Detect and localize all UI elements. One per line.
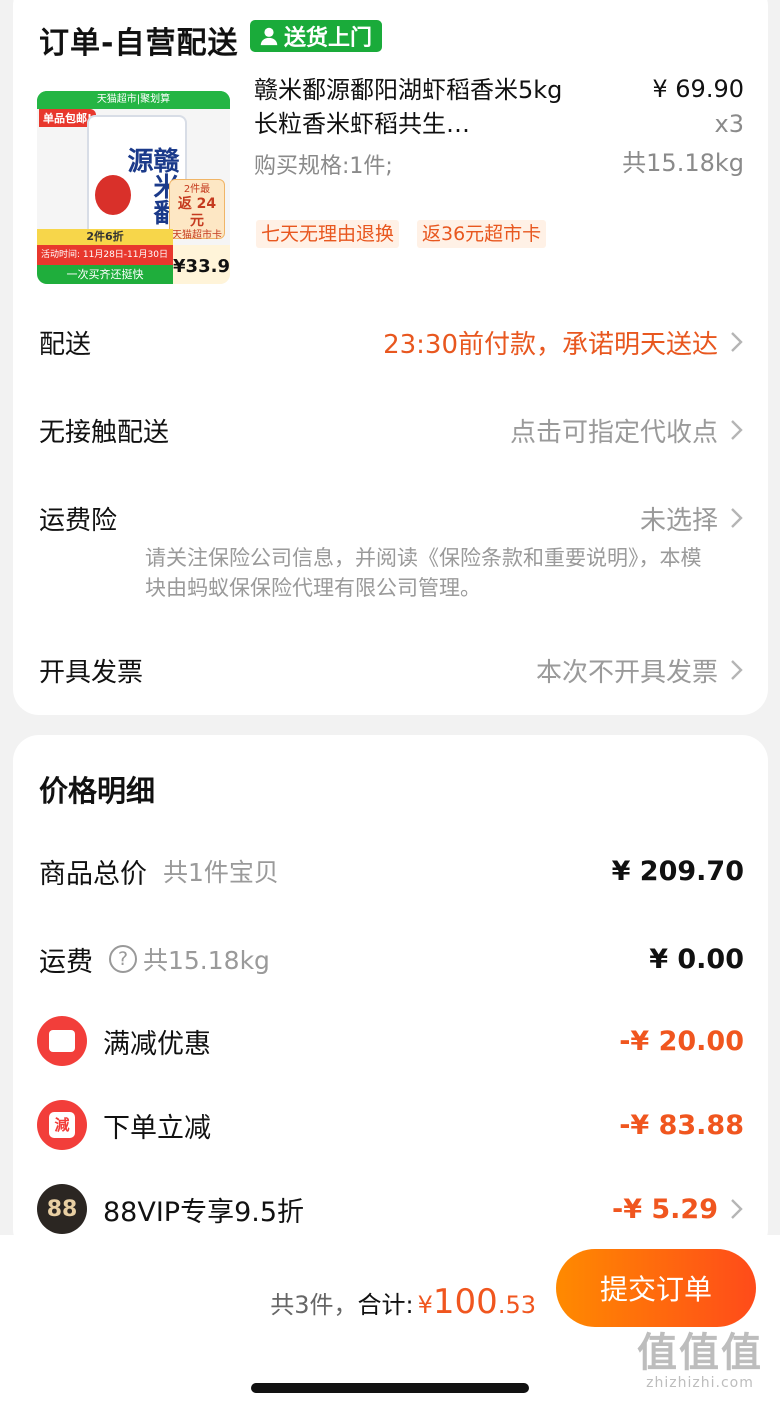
help-icon[interactable]: ?	[109, 945, 137, 973]
delivery-badge: 送货上门	[250, 20, 383, 52]
product-spec: 购买规格:1件;	[254, 154, 393, 179]
vip-row[interactable]: 88 88VIP专享9.5折 -¥ 5.29	[37, 1184, 744, 1234]
full-reduction-amount: -¥ 20.00	[619, 1025, 744, 1057]
chevron-right-icon	[731, 1199, 743, 1219]
image-est-price: ¥33.9	[173, 245, 230, 284]
image-activity: 活动时间: 11月28日-11月30日	[37, 245, 173, 265]
invoice-value: 本次不开具发票	[535, 657, 718, 688]
insurance-row[interactable]: 运费险 未选择	[39, 498, 744, 538]
shipping-sub: ? 共15.18kg	[109, 941, 270, 977]
chevron-right-icon	[731, 420, 743, 440]
coupon-amount: 返 24 元	[177, 196, 217, 229]
delivery-value: 23:30前付款，承诺明天送达	[383, 329, 718, 360]
contactless-label: 无接触配送	[39, 417, 170, 448]
full-reduction-row: 满减优惠 -¥ 20.00	[37, 1016, 744, 1066]
person-icon	[260, 27, 278, 46]
product-weight: 共15.18kg	[622, 149, 744, 177]
delivery-badge-label: 送货上门	[284, 26, 373, 51]
invoice-label: 开具发票	[39, 657, 144, 688]
order-card: 订单-自营配送 送货上门 天猫超市|聚划算 单品包邮! 赣米鄱源 2件最 返 2…	[13, 0, 768, 715]
image-discount: 2件6折	[37, 229, 173, 245]
delivery-row[interactable]: 配送 23:30前付款，承诺明天送达	[39, 322, 744, 362]
product-qty: x3	[714, 110, 744, 138]
product-title[interactable]: 赣米鄱源鄱阳湖虾稻香米5kg长粒香米虾稻共生…	[254, 73, 584, 141]
checkout-bar: 共3件， 合计: ¥ 100 .53 提交订单 值值值 zhizhizhi.co…	[0, 1235, 780, 1410]
order-reduction-label: 下单立减	[103, 1112, 211, 1144]
coupon-ticket-icon	[37, 1016, 87, 1066]
coupon-top: 2件最	[183, 184, 211, 195]
total-int: 100	[432, 1282, 498, 1322]
order-title: 订单-自营配送	[39, 26, 239, 61]
invoice-row[interactable]: 开具发票 本次不开具发票	[39, 650, 744, 690]
chevron-right-icon	[731, 508, 743, 528]
total-currency: ¥	[417, 1291, 433, 1319]
total-label: 合计:	[357, 1291, 414, 1319]
insurance-value: 未选择	[639, 505, 718, 536]
shipping-weight: 共15.18kg	[143, 946, 270, 975]
watermark: 值值值 zhizhizhi.com	[628, 1331, 772, 1391]
total-dec: .53	[497, 1291, 536, 1319]
submit-order-button[interactable]: 提交订单	[556, 1249, 756, 1327]
return-tag: 七天无理由退换	[256, 220, 400, 248]
chevron-right-icon	[731, 332, 743, 352]
price-title: 价格明细	[39, 774, 156, 808]
vip-label: 88VIP专享9.5折	[103, 1196, 305, 1228]
item-count: 共3件，	[270, 1291, 358, 1319]
vip-88-icon: 88	[37, 1184, 87, 1234]
shipping-label: 运费	[39, 946, 93, 978]
delivery-label: 配送	[39, 329, 92, 360]
order-total: 共3件， 合计: ¥ 100 .53	[270, 1282, 536, 1322]
watermark-logo: 值值值	[637, 1330, 763, 1376]
image-slogan: 一次买齐还挺快	[37, 265, 173, 284]
image-topbar: 天猫超市|聚划算	[37, 91, 230, 109]
reduce-badge-text: 減	[49, 1112, 75, 1138]
image-coupon: 2件最 返 24 元 天猫超市卡	[169, 179, 225, 241]
insurance-note[interactable]: 请关注保险公司信息，并阅读《保险条款和重要说明》，本模块由蚂蚁保保险代理有限公司…	[145, 543, 705, 603]
insurance-label: 运费险	[39, 505, 118, 536]
reduce-badge-icon: 減	[37, 1100, 87, 1150]
shipping-row: 运费 ? 共15.18kg ¥ 0.00	[39, 937, 744, 981]
full-reduction-label: 满减优惠	[103, 1028, 211, 1060]
coupon-sub: 天猫超市卡	[172, 229, 222, 241]
goods-total-row: 商品总价 共1件宝贝 ¥ 209.70	[39, 849, 744, 893]
contactless-value: 点击可指定代收点	[509, 417, 718, 448]
product-price: ¥ 69.90	[652, 75, 744, 103]
shipping-amount: ¥ 0.00	[649, 943, 744, 975]
chevron-right-icon	[731, 660, 743, 680]
price-card: 价格明细 商品总价 共1件宝贝 ¥ 209.70 运费 ? 共15.18kg ¥…	[13, 735, 768, 1255]
contactless-row[interactable]: 无接触配送 点击可指定代收点	[39, 410, 744, 450]
goods-total-sub: 共1件宝贝	[163, 858, 279, 887]
vip-amount: -¥ 5.29	[611, 1193, 718, 1225]
order-reduction-amount: -¥ 83.88	[619, 1109, 744, 1141]
watermark-url: zhizhizhi.com	[646, 1375, 754, 1391]
goods-total-label: 商品总价	[39, 858, 147, 890]
goods-total-amount: ¥ 209.70	[611, 855, 744, 887]
rebate-tag: 返36元超市卡	[417, 220, 547, 248]
product-image[interactable]: 天猫超市|聚划算 单品包邮! 赣米鄱源 2件最 返 24 元 天猫超市卡 2件6…	[37, 91, 230, 284]
home-indicator[interactable]	[251, 1383, 529, 1393]
image-est-price-value: ¥33.9	[173, 256, 230, 277]
order-reduction-row: 減 下单立减 -¥ 83.88	[37, 1100, 744, 1150]
